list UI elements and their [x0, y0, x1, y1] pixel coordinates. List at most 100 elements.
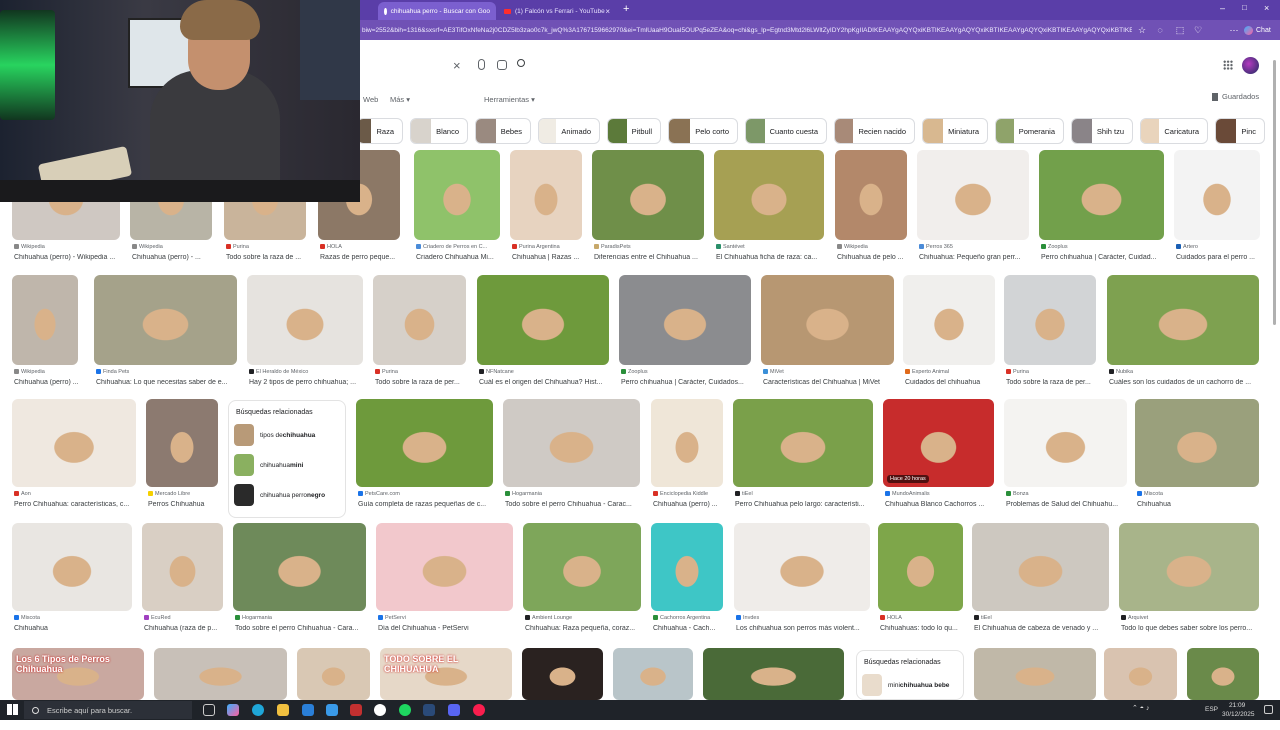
- result-source[interactable]: Wikipedia: [14, 369, 78, 375]
- result-title[interactable]: Chihuahua de pelo ...: [837, 254, 907, 261]
- image-result[interactable]: Artero Cuidados para el perro ...: [1174, 150, 1260, 270]
- result-thumbnail[interactable]: [734, 523, 870, 611]
- grid-icon[interactable]: [1223, 60, 1233, 70]
- news-icon[interactable]: [350, 704, 362, 716]
- image-result[interactable]: NFNatcane Cuál es el origen del Chihuahua…: [477, 275, 609, 395]
- result-thumbnail[interactable]: [592, 150, 704, 240]
- avatar[interactable]: [1242, 57, 1259, 74]
- image-result[interactable]: Miscota Chihuahua: [12, 523, 132, 641]
- chip-pitbull[interactable]: Pitbull: [607, 118, 661, 144]
- image-result[interactable]: ParadisPets Diferencias entre el Chihuahu…: [592, 150, 704, 270]
- maximize-icon[interactable]: □: [1242, 3, 1247, 12]
- result-thumbnail[interactable]: [1174, 150, 1260, 240]
- image-result[interactable]: Purina Argentina Chihuahua | Razas ...: [510, 150, 582, 270]
- result-title[interactable]: Chihuahua: [1137, 501, 1259, 508]
- image-result[interactable]: Miscota Chihuahua: [1135, 399, 1259, 517]
- result-source[interactable]: Purina Argentina: [512, 244, 582, 250]
- result-title[interactable]: Chihuahua (perro) - ...: [132, 254, 212, 261]
- result-source[interactable]: Zooplus: [621, 369, 751, 375]
- filter-web[interactable]: Web: [363, 95, 378, 104]
- opera-gx-icon[interactable]: [473, 704, 485, 716]
- result-title[interactable]: El Chihuahua de cabeza de venado y ...: [974, 625, 1109, 632]
- result-thumbnail[interactable]: [477, 275, 609, 365]
- result-title[interactable]: Todo lo que debes saber sobre los perro.…: [1121, 625, 1259, 632]
- result-source[interactable]: Hogarmania: [505, 491, 640, 497]
- result-source[interactable]: Aon: [14, 491, 136, 497]
- result-thumbnail[interactable]: [522, 648, 603, 700]
- steam-icon[interactable]: [423, 704, 435, 716]
- result-title[interactable]: Chihuahua: [14, 625, 132, 632]
- result-source[interactable]: NFNatcane: [479, 369, 609, 375]
- result-title[interactable]: Chihuahua | Razas ...: [512, 254, 582, 261]
- result-title[interactable]: Chihuahua (perro) ...: [653, 501, 723, 508]
- camera-lens-icon[interactable]: [497, 60, 507, 70]
- chat-button[interactable]: Chat: [1244, 23, 1271, 37]
- close-window-icon[interactable]: ×: [1264, 3, 1269, 13]
- url-field[interactable]: biw=2552&bih=1316&sxsrf=AE3TifOxNfeNa2j0…: [362, 24, 1132, 37]
- star-icon[interactable]: ☆: [1136, 24, 1148, 36]
- file-explorer-icon[interactable]: [277, 704, 289, 716]
- result-title[interactable]: Características del Chihuahua | MiVet: [763, 379, 894, 386]
- result-source[interactable]: Wikipedia: [132, 244, 212, 250]
- image-result[interactable]: Hogarmania Todo sobre el perro Chihuahua …: [233, 523, 366, 641]
- result-source[interactable]: Nubika: [1109, 369, 1259, 375]
- result-source[interactable]: tiÉel: [735, 491, 873, 497]
- result-thumbnail[interactable]: [356, 399, 493, 487]
- clock-time[interactable]: 21:09: [1229, 702, 1245, 709]
- result-source[interactable]: Cachorros Argentina: [653, 615, 723, 621]
- copilot-icon[interactable]: [227, 704, 239, 716]
- result-source[interactable]: Arquivet: [1121, 615, 1259, 621]
- result-title[interactable]: Cuidados para el perro ...: [1176, 254, 1260, 261]
- chip-recien-nacido[interactable]: Recien nacido: [834, 118, 915, 144]
- result-thumbnail[interactable]: [883, 399, 994, 487]
- result-title[interactable]: Cuáles son los cuidados de un cachorro d…: [1109, 379, 1259, 386]
- result-source[interactable]: Zooplus: [1041, 244, 1164, 250]
- image-result[interactable]: PetsCare.com Guía completa de razas peque…: [356, 399, 493, 517]
- result-thumbnail[interactable]: [510, 150, 582, 240]
- result-source[interactable]: MundoAnimalis: [885, 491, 994, 497]
- result-source[interactable]: MiVet: [763, 369, 894, 375]
- result-title[interactable]: Chihuahua: Lo que necesitas saber de e..…: [96, 379, 237, 386]
- image-result[interactable]: EcuRed Chihuahua (raza de p...: [142, 523, 223, 641]
- tab-youtube[interactable]: (1) Falcón vs Ferrari - YouTube ×: [498, 2, 616, 20]
- result-thumbnail[interactable]: [376, 523, 513, 611]
- image-result[interactable]: HOLA Chihuahuas: todo lo qu...: [878, 523, 963, 641]
- image-result[interactable]: Invdes Los chihuahua son perros más viole…: [734, 523, 870, 641]
- image-result[interactable]: PetServi Día del Chihuahua - PetServi: [376, 523, 513, 641]
- image-result[interactable]: El Heraldo de México Hay 2 tipos de perro…: [247, 275, 363, 395]
- result-thumbnail[interactable]: [12, 399, 136, 487]
- result-title[interactable]: Chihuahua: Raza pequeña, coraz...: [525, 625, 641, 632]
- result-thumbnail[interactable]: [972, 523, 1109, 611]
- chip-bebes[interactable]: Bebes: [475, 118, 531, 144]
- result-thumbnail[interactable]: [703, 648, 844, 700]
- result-source[interactable]: El Heraldo de México: [249, 369, 363, 375]
- result-title[interactable]: Chihuahua (perro) ...: [14, 379, 78, 386]
- result-source[interactable]: HOLA: [880, 615, 963, 621]
- result-source[interactable]: ParadisPets: [594, 244, 704, 250]
- result-thumbnail[interactable]: [974, 648, 1096, 700]
- result-thumbnail[interactable]: [12, 275, 78, 365]
- result-thumbnail[interactable]: [94, 275, 237, 365]
- result-title[interactable]: Chihuahuas: todo lo qu...: [880, 625, 963, 632]
- image-result[interactable]: tiÉel El Chihuahua de cabeza de venado y …: [972, 523, 1109, 641]
- result-thumbnail[interactable]: [1187, 648, 1259, 700]
- minimize-icon[interactable]: –: [1220, 3, 1225, 13]
- result-source[interactable]: PetsCare.com: [358, 491, 493, 497]
- search-box[interactable]: [350, 54, 538, 78]
- image-result[interactable]: MiVet Características del Chihuahua | MiV…: [761, 275, 894, 395]
- chip-caricatura[interactable]: Caricatura: [1140, 118, 1208, 144]
- result-title[interactable]: Todo sobre el perro Chihuahua - Carac...: [505, 501, 640, 508]
- result-source[interactable]: Mercado Libre: [148, 491, 218, 497]
- system-tray-icons[interactable]: ⌃ ◓ ♪: [1132, 704, 1149, 712]
- result-thumbnail[interactable]: [1107, 275, 1259, 365]
- result-title[interactable]: Hay 2 tipos de perro chihuahua; ...: [249, 379, 363, 386]
- result-thumbnail[interactable]: [297, 648, 370, 700]
- chip-miniatura[interactable]: Miniatura: [922, 118, 988, 144]
- saved-button[interactable]: Guardados: [1212, 92, 1259, 101]
- result-thumbnail[interactable]: [12, 523, 132, 611]
- result-thumbnail[interactable]: [233, 523, 366, 611]
- edge-icon[interactable]: [252, 704, 264, 716]
- chip-animado[interactable]: Animado: [538, 118, 600, 144]
- image-result[interactable]: Wikipedia Chihuahua (perro) ...: [12, 275, 78, 395]
- result-source[interactable]: tiÉel: [974, 615, 1109, 621]
